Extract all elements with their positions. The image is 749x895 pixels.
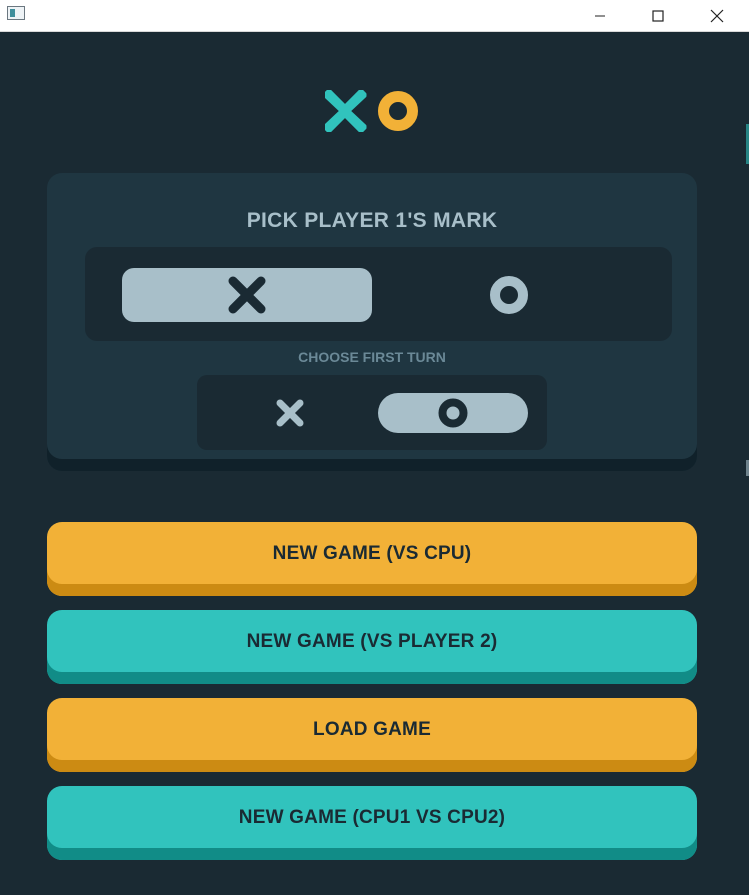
minimize-button[interactable] bbox=[571, 0, 629, 32]
maximize-icon bbox=[652, 10, 664, 22]
mark-picker bbox=[85, 247, 672, 341]
o-mark-icon bbox=[378, 91, 418, 131]
new-game-vs-player-button[interactable]: NEW GAME (VS PLAYER 2) bbox=[47, 610, 697, 684]
first-turn-label: CHOOSE FIRST TURN bbox=[298, 349, 446, 365]
x-mark-icon bbox=[228, 276, 266, 314]
player-mark-panel: PICK PLAYER 1'S MARK CHOOSE FIRST TURN bbox=[47, 173, 697, 471]
load-game-button[interactable]: LOAD GAME bbox=[47, 698, 697, 772]
first-turn-option-o[interactable] bbox=[378, 393, 528, 433]
mark-option-x[interactable] bbox=[122, 268, 372, 322]
window-titlebar bbox=[0, 0, 749, 32]
close-button[interactable] bbox=[688, 0, 746, 32]
first-turn-option-x[interactable] bbox=[215, 393, 365, 433]
new-game-cpu-vs-cpu-button[interactable]: NEW GAME (CPU1 VS CPU2) bbox=[47, 786, 697, 860]
x-mark-icon bbox=[325, 90, 367, 132]
minimize-icon bbox=[595, 15, 605, 17]
o-mark-icon bbox=[490, 276, 528, 314]
new-game-vs-cpu-button[interactable]: NEW GAME (VS CPU) bbox=[47, 522, 697, 596]
main-menu-screen: PICK PLAYER 1'S MARK CHOOSE FIRST TURN N… bbox=[0, 32, 749, 895]
app-icon bbox=[7, 6, 25, 20]
game-logo bbox=[325, 90, 418, 132]
first-turn-picker bbox=[197, 375, 547, 450]
panel-title: PICK PLAYER 1'S MARK bbox=[246, 209, 498, 232]
x-mark-icon bbox=[276, 399, 304, 427]
close-icon bbox=[710, 9, 724, 23]
maximize-button[interactable] bbox=[629, 0, 687, 32]
mark-option-o[interactable] bbox=[384, 268, 634, 322]
o-mark-icon bbox=[438, 398, 468, 428]
